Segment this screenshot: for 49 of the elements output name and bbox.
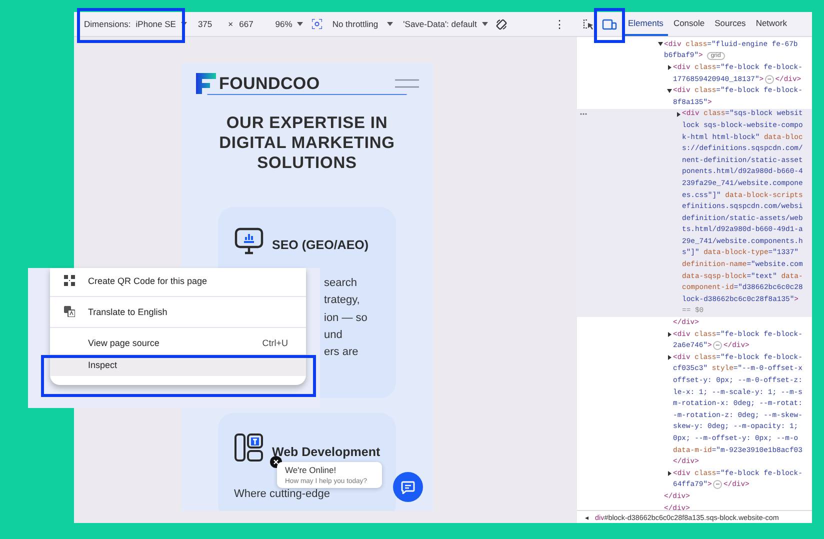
device-toggle-icon[interactable] — [602, 18, 617, 30]
logo[interactable]: FOUNDCOO — [219, 74, 320, 94]
menu-item[interactable]: Create QR Code for this page — [50, 270, 306, 292]
highlight-frame — [594, 8, 625, 43]
dimensions-label: Dimensions: — [84, 19, 131, 29]
section-heading: OUR EXPERTISE IN DIGITAL MARKETING SOLUTIONS — [218, 113, 396, 173]
devtools-tab[interactable]: Network — [750, 12, 792, 36]
layout-blocks-icon — [234, 433, 264, 462]
save-data-select[interactable]: 'Save-Data': default — [403, 19, 488, 29]
chat-button[interactable] — [393, 472, 423, 502]
zoom-select[interactable]: 96% — [275, 19, 304, 29]
qr-code-icon — [64, 275, 75, 286]
caret-icon — [482, 22, 488, 26]
expanded-arrow-icon[interactable] — [667, 88, 673, 94]
chat-title: We're Online! — [285, 465, 338, 475]
translate-icon — [64, 306, 75, 317]
menu-item[interactable]: View page source Ctrl+U — [50, 332, 306, 354]
rotate-icon[interactable] — [496, 18, 507, 30]
card-title: SEO (GEO/AEO) — [272, 238, 369, 252]
collapsed-arrow-icon[interactable] — [667, 332, 673, 338]
element-picker-icon[interactable] — [583, 18, 594, 30]
card-text: Where cutting-edge — [234, 488, 331, 500]
chat-icon — [401, 480, 415, 494]
card-title: Web Development — [272, 444, 380, 459]
monitor-chart-icon — [234, 227, 264, 255]
collapsed-arrow-icon[interactable] — [667, 471, 673, 476]
caret-icon — [297, 22, 304, 26]
device-select[interactable]: iPhone SE — [136, 19, 187, 29]
more-icon[interactable] — [580, 112, 587, 115]
collapsed-arrow-icon[interactable] — [667, 65, 673, 70]
height-field[interactable]: 667 — [239, 19, 254, 29]
devtools-tab[interactable]: Elements — [623, 12, 668, 36]
menu-item[interactable]: Translate to English — [50, 301, 306, 323]
caret-icon — [387, 22, 394, 26]
selected-node-highlight[interactable] — [577, 108, 812, 318]
menu-icon[interactable] — [395, 79, 419, 88]
collapsed-arrow-icon[interactable] — [667, 355, 673, 360]
logo-icon — [196, 73, 216, 94]
collapsed-arrow-icon[interactable] — [676, 112, 682, 117]
more-options[interactable]: ⋮ — [554, 18, 565, 30]
card-text: search trategy, ion — so und ers are — [324, 276, 368, 360]
expanded-arrow-icon[interactable] — [658, 42, 664, 48]
devtools-tab[interactable]: Console — [668, 12, 710, 36]
devtools-tab[interactable]: Sources — [710, 12, 751, 36]
width-field[interactable]: 375 — [198, 19, 212, 29]
times-sign: × — [228, 19, 234, 29]
capture-icon[interactable] — [312, 19, 322, 29]
throttling-select[interactable]: No throttling — [332, 19, 394, 29]
caret-icon — [180, 22, 187, 26]
